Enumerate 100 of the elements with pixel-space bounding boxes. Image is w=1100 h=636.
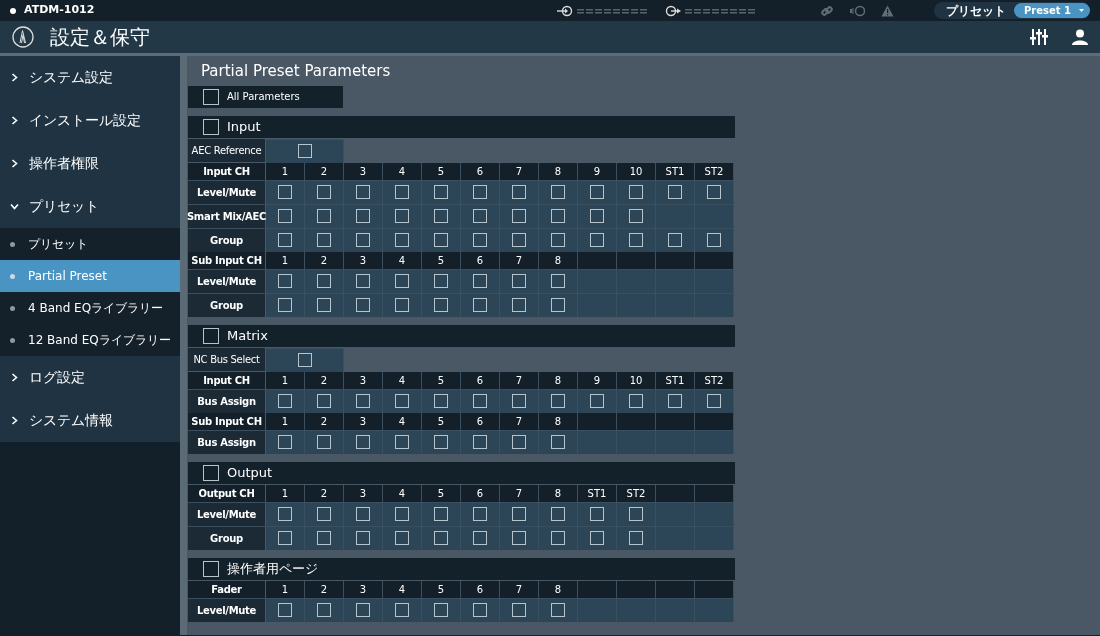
checkbox[interactable] <box>317 185 331 199</box>
checkbox[interactable] <box>473 603 487 617</box>
checkbox[interactable] <box>278 209 292 223</box>
checkbox[interactable] <box>473 507 487 521</box>
checkbox[interactable] <box>473 394 487 408</box>
checkbox[interactable] <box>317 435 331 449</box>
checkbox[interactable] <box>356 531 370 545</box>
checkbox[interactable] <box>278 603 292 617</box>
checkbox[interactable] <box>356 274 370 288</box>
checkbox[interactable] <box>434 507 448 521</box>
checkbox[interactable] <box>629 233 643 247</box>
checkbox[interactable] <box>551 298 565 312</box>
checkbox[interactable] <box>395 233 409 247</box>
checkbox[interactable] <box>356 298 370 312</box>
checkbox[interactable] <box>278 298 292 312</box>
checkbox[interactable] <box>512 603 526 617</box>
checkbox[interactable] <box>512 435 526 449</box>
user-icon[interactable] <box>1072 29 1088 45</box>
checkbox[interactable] <box>395 603 409 617</box>
checkbox[interactable] <box>473 298 487 312</box>
checkbox[interactable] <box>668 394 682 408</box>
checkbox[interactable] <box>590 233 604 247</box>
checkbox[interactable] <box>395 394 409 408</box>
checkbox[interactable] <box>473 435 487 449</box>
checkbox[interactable] <box>512 233 526 247</box>
checkbox[interactable] <box>473 233 487 247</box>
checkbox[interactable] <box>590 394 604 408</box>
checkbox[interactable] <box>434 531 448 545</box>
checkbox[interactable] <box>356 603 370 617</box>
checkbox[interactable] <box>473 531 487 545</box>
checkbox[interactable] <box>512 394 526 408</box>
checkbox[interactable] <box>395 507 409 521</box>
checkbox[interactable] <box>629 209 643 223</box>
checkbox[interactable] <box>551 274 565 288</box>
checkbox[interactable] <box>434 435 448 449</box>
sidebar-item[interactable]: 操作者権限 <box>0 142 180 185</box>
checkbox[interactable] <box>434 603 448 617</box>
checkbox[interactable] <box>668 185 682 199</box>
checkbox[interactable] <box>317 507 331 521</box>
checkbox[interactable] <box>395 298 409 312</box>
checkbox[interactable] <box>395 185 409 199</box>
checkbox[interactable] <box>356 233 370 247</box>
checkbox[interactable] <box>551 394 565 408</box>
checkbox[interactable] <box>203 88 219 105</box>
sidebar-item[interactable]: システム設定 <box>0 56 180 99</box>
checkbox[interactable] <box>203 327 219 344</box>
checkbox[interactable] <box>551 603 565 617</box>
checkbox[interactable] <box>512 531 526 545</box>
checkbox[interactable] <box>434 394 448 408</box>
checkbox[interactable] <box>434 298 448 312</box>
checkbox[interactable] <box>629 185 643 199</box>
checkbox[interactable] <box>395 274 409 288</box>
checkbox[interactable] <box>278 507 292 521</box>
checkbox[interactable] <box>551 507 565 521</box>
sidebar-item[interactable]: インストール設定 <box>0 99 180 142</box>
checkbox[interactable] <box>203 118 219 135</box>
checkbox[interactable] <box>629 394 643 408</box>
sidebar-item[interactable]: ログ設定 <box>0 356 180 399</box>
checkbox[interactable] <box>512 507 526 521</box>
checkbox[interactable] <box>590 185 604 199</box>
checkbox[interactable] <box>629 531 643 545</box>
checkbox[interactable] <box>278 531 292 545</box>
checkbox[interactable] <box>278 274 292 288</box>
checkbox[interactable] <box>473 185 487 199</box>
checkbox[interactable] <box>317 531 331 545</box>
checkbox[interactable] <box>473 209 487 223</box>
checkbox[interactable] <box>297 144 312 158</box>
checkbox[interactable] <box>629 507 643 521</box>
checkbox[interactable] <box>551 209 565 223</box>
checkbox[interactable] <box>668 233 682 247</box>
checkbox[interactable] <box>512 298 526 312</box>
mixer-icon[interactable] <box>1030 28 1048 46</box>
checkbox[interactable] <box>707 185 721 199</box>
checkbox[interactable] <box>434 233 448 247</box>
checkbox[interactable] <box>297 353 312 367</box>
checkbox[interactable] <box>317 603 331 617</box>
checkbox[interactable] <box>551 435 565 449</box>
checkbox[interactable] <box>590 209 604 223</box>
checkbox[interactable] <box>317 274 331 288</box>
checkbox[interactable] <box>512 274 526 288</box>
checkbox[interactable] <box>395 531 409 545</box>
checkbox[interactable] <box>356 185 370 199</box>
checkbox[interactable] <box>395 435 409 449</box>
checkbox[interactable] <box>434 274 448 288</box>
checkbox[interactable] <box>590 531 604 545</box>
checkbox[interactable] <box>203 560 219 577</box>
checkbox[interactable] <box>707 394 721 408</box>
sidebar-item[interactable]: プリセット <box>0 185 180 228</box>
checkbox[interactable] <box>434 185 448 199</box>
checkbox[interactable] <box>278 394 292 408</box>
checkbox[interactable] <box>317 298 331 312</box>
checkbox[interactable] <box>356 435 370 449</box>
checkbox[interactable] <box>590 507 604 521</box>
checkbox[interactable] <box>512 209 526 223</box>
checkbox[interactable] <box>278 435 292 449</box>
checkbox[interactable] <box>551 233 565 247</box>
checkbox[interactable] <box>317 233 331 247</box>
checkbox[interactable] <box>356 394 370 408</box>
checkbox[interactable] <box>707 233 721 247</box>
checkbox[interactable] <box>551 185 565 199</box>
